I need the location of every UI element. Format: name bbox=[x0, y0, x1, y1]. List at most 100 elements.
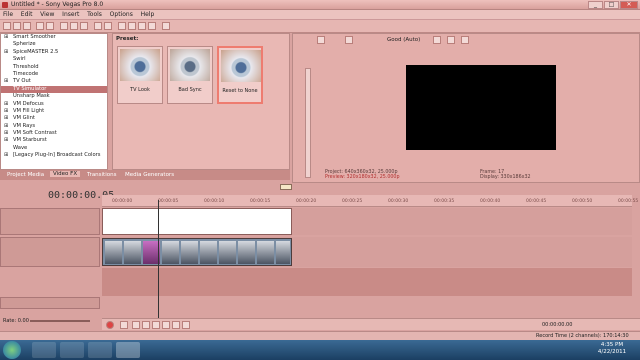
menu-view[interactable]: View bbox=[37, 10, 57, 19]
list-item[interactable]: VM Defocus bbox=[1, 101, 107, 109]
ruler-tick-label: 00:00:10 bbox=[204, 199, 225, 204]
undo-icon[interactable] bbox=[94, 22, 102, 30]
list-item[interactable]: VM Rays bbox=[1, 123, 107, 131]
open-icon[interactable] bbox=[13, 22, 21, 30]
ruler-tick-label: 00:00:20 bbox=[296, 199, 317, 204]
preset-label: Preset: bbox=[116, 36, 139, 42]
status-bar: Record Time (2 channels): 170:14:30 bbox=[0, 331, 640, 340]
go-to-start-icon[interactable] bbox=[172, 321, 180, 329]
menu-insert[interactable]: Insert bbox=[59, 10, 82, 19]
list-item[interactable]: VM Glint bbox=[1, 115, 107, 123]
list-item[interactable]: Spherize bbox=[1, 41, 107, 48]
list-item[interactable]: Smart Smoother bbox=[1, 34, 107, 42]
loop-region-marker[interactable] bbox=[280, 184, 292, 190]
track-lane-empty[interactable] bbox=[102, 268, 632, 296]
preset-tv-look[interactable]: TV Look bbox=[117, 46, 163, 104]
timeline-ruler[interactable]: 00:00:00 00:00:05 00:00:10 00:00:15 00:0… bbox=[102, 195, 638, 207]
vegas-taskbar-icon[interactable] bbox=[116, 342, 140, 358]
list-item[interactable]: SpiceMASTER 2.5 bbox=[1, 49, 107, 57]
clip-frame bbox=[238, 241, 255, 264]
windows-orb-icon[interactable] bbox=[3, 341, 21, 359]
explorer-icon[interactable] bbox=[88, 342, 112, 358]
new-icon[interactable] bbox=[3, 22, 11, 30]
preset-reset-to-none[interactable]: Reset to None bbox=[217, 46, 263, 104]
pause-icon[interactable] bbox=[152, 321, 160, 329]
ruler-tick-label: 00:00:05 bbox=[158, 199, 179, 204]
record-icon[interactable] bbox=[106, 321, 114, 329]
ruler-tick-label: 00:00:25 bbox=[342, 199, 363, 204]
clip-frame bbox=[105, 241, 122, 264]
window-title: Untitled * - Sony Vegas Pro 8.0 bbox=[11, 1, 104, 8]
list-item-selected[interactable]: TV Simulator bbox=[1, 85, 107, 94]
ruler-tick-label: 00:00:30 bbox=[388, 199, 409, 204]
list-item[interactable]: VM Soft Contrast bbox=[1, 130, 107, 138]
play-from-start-icon[interactable] bbox=[132, 321, 140, 329]
list-item[interactable]: Threshold bbox=[1, 64, 107, 71]
menu-tools[interactable]: Tools bbox=[84, 10, 105, 19]
tab-media-generators[interactable]: Media Generators bbox=[122, 172, 177, 178]
chrome-icon[interactable] bbox=[32, 342, 56, 358]
window-docking-tabs: Project Media Video FX Transitions Media… bbox=[0, 170, 290, 180]
list-item[interactable]: Swirl bbox=[1, 56, 107, 63]
track-header-master[interactable] bbox=[0, 297, 100, 309]
copy-snapshot-icon[interactable] bbox=[447, 36, 455, 44]
tab-transitions[interactable]: Transitions bbox=[84, 172, 119, 178]
minimize-button[interactable]: _ bbox=[588, 1, 603, 9]
preset-bad-sync[interactable]: Bad Sync bbox=[167, 46, 213, 104]
tab-video-fx[interactable]: Video FX bbox=[50, 171, 81, 177]
track-header-video-2[interactable] bbox=[0, 237, 100, 267]
video-fx-list[interactable]: Smart Smoother Spherize SpiceMASTER 2.5 … bbox=[0, 33, 108, 170]
video-clip[interactable] bbox=[102, 238, 292, 266]
list-item[interactable]: VM Starburst bbox=[1, 137, 107, 145]
preview-scrollbar[interactable] bbox=[305, 68, 311, 178]
envelope-tool-icon[interactable] bbox=[128, 22, 136, 30]
video-preview-screen bbox=[406, 65, 556, 150]
track-header-video-1[interactable] bbox=[0, 208, 100, 235]
list-item[interactable]: Unsharp Mask bbox=[1, 93, 107, 100]
save-snapshot-icon[interactable] bbox=[461, 36, 469, 44]
properties-icon[interactable] bbox=[36, 22, 44, 30]
list-item[interactable]: [Legacy Plug-In] Broadcast Colors bbox=[1, 152, 107, 160]
main-toolbar bbox=[0, 20, 640, 33]
stop-icon[interactable] bbox=[162, 321, 170, 329]
paste-icon[interactable] bbox=[80, 22, 88, 30]
go-to-end-icon[interactable] bbox=[182, 321, 190, 329]
menu-edit[interactable]: Edit bbox=[18, 10, 36, 19]
save-icon[interactable] bbox=[23, 22, 31, 30]
loop-playback-icon[interactable] bbox=[120, 321, 128, 329]
clip-frame bbox=[124, 241, 141, 264]
normal-edit-tool-icon[interactable] bbox=[118, 22, 126, 30]
list-item[interactable]: Timecode bbox=[1, 71, 107, 78]
system-clock[interactable]: 4:35 PM 4/22/2011 bbox=[584, 342, 640, 356]
close-button[interactable]: ✕ bbox=[620, 1, 638, 9]
title-bar: Untitled * - Sony Vegas Pro 8.0 _ □ ✕ bbox=[0, 0, 640, 10]
cut-icon[interactable] bbox=[60, 22, 68, 30]
clip-frame bbox=[257, 241, 274, 264]
menu-file[interactable]: File bbox=[0, 10, 16, 19]
end-time-display: 00:00:00.00 bbox=[542, 322, 573, 328]
ruler-tick-label: 00:00:40 bbox=[480, 199, 501, 204]
list-item[interactable]: TV Out bbox=[1, 78, 107, 86]
list-item[interactable]: Wave bbox=[1, 145, 107, 152]
copy-icon[interactable] bbox=[70, 22, 78, 30]
timeline-cursor[interactable] bbox=[158, 200, 159, 318]
menu-help[interactable]: Help bbox=[138, 10, 158, 19]
overlays-icon[interactable] bbox=[433, 36, 441, 44]
zoom-tool-icon[interactable] bbox=[148, 22, 156, 30]
maximize-button[interactable]: □ bbox=[604, 1, 619, 9]
generated-media-clip[interactable] bbox=[102, 208, 292, 235]
help-icon[interactable] bbox=[162, 22, 170, 30]
media-player-icon[interactable] bbox=[60, 342, 84, 358]
menu-options[interactable]: Options bbox=[107, 10, 136, 19]
render-icon[interactable] bbox=[46, 22, 54, 30]
play-icon[interactable] bbox=[142, 321, 150, 329]
preview-properties-icon[interactable] bbox=[317, 36, 325, 44]
rate-slider[interactable] bbox=[30, 320, 90, 322]
redo-icon[interactable] bbox=[104, 22, 112, 30]
preview-quality-select[interactable]: Good (Auto) bbox=[387, 37, 420, 43]
tab-project-media[interactable]: Project Media bbox=[4, 172, 47, 178]
split-screen-icon[interactable] bbox=[345, 36, 353, 44]
selection-tool-icon[interactable] bbox=[138, 22, 146, 30]
clock-date: 4/22/2011 bbox=[597, 349, 627, 355]
list-item[interactable]: VM Fill Light bbox=[1, 108, 107, 116]
